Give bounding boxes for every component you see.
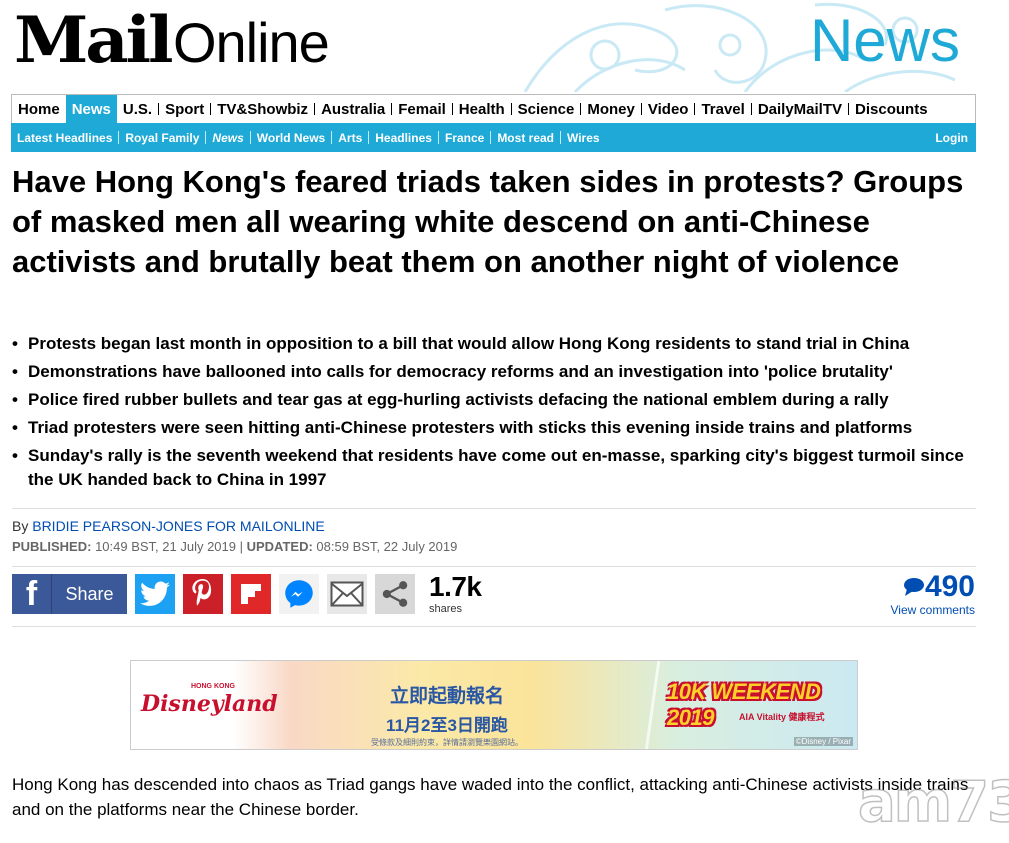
ad-cta-line2: 11月2至3日開跑 <box>386 716 508 735</box>
subnav-item-news[interactable]: News <box>206 132 249 144</box>
author-link[interactable]: BRIDIE PEARSON-JONES FOR MAILONLINE <box>32 518 325 534</box>
comment-count: 490 <box>891 572 975 602</box>
byline: By BRIDIE PEARSON-JONES FOR MAILONLINE <box>12 518 325 534</box>
pinterest-share-button[interactable] <box>183 574 223 614</box>
share-bar: f Share 1.7k shares <box>12 573 482 615</box>
subnav-item-royal-family[interactable]: Royal Family <box>119 132 205 144</box>
facebook-share-button[interactable]: f Share <box>12 574 127 614</box>
twitter-icon <box>140 581 170 606</box>
divider <box>12 508 976 509</box>
channel-title: News <box>809 7 960 74</box>
nav-item-discounts[interactable]: Discounts <box>849 95 934 123</box>
watermark-logo: am730 <box>857 769 1009 836</box>
ad-cta-line1: 立即起動報名 <box>389 686 504 707</box>
mailonline-logo[interactable]: Mail Online <box>14 3 330 78</box>
summary-bullet: Sunday's rally is the seventh weekend th… <box>12 444 976 492</box>
summary-bullet: Protests began last month in opposition … <box>12 332 976 356</box>
ad-panel-divider <box>644 661 661 749</box>
nav-item-tv-showbiz[interactable]: TV&Showbiz <box>211 95 314 123</box>
email-share-button[interactable] <box>327 574 367 614</box>
facebook-icon: f <box>12 574 52 614</box>
twitter-share-button[interactable] <box>135 574 175 614</box>
article-summary-bullets: Protests began last month in opposition … <box>12 332 976 496</box>
secondary-nav: Latest Headlines Royal Family News World Ne… <box>11 123 976 152</box>
comment-count-number: 490 <box>924 570 975 603</box>
comments-link[interactable]: 490 View comments <box>890 572 975 618</box>
login-link[interactable]: Login <box>929 132 976 144</box>
nav-item-video[interactable]: Video <box>642 95 695 123</box>
flipboard-icon <box>241 584 261 604</box>
share-count: 1.7k shares <box>429 573 482 615</box>
nav-item-australia[interactable]: Australia <box>315 95 391 123</box>
nav-item-dailymailtv[interactable]: DailyMailTV <box>752 95 848 123</box>
subnav-item-arts[interactable]: Arts <box>332 132 368 144</box>
nav-item-money[interactable]: Money <box>581 95 641 123</box>
ad-sponsor: AIA Vitality 健康程式 <box>739 712 825 722</box>
share-more-icon <box>382 581 408 607</box>
subnav-item-france[interactable]: France <box>439 132 490 144</box>
subnav-item-wires[interactable]: Wires <box>561 132 606 144</box>
primary-nav: Home News U.S. Sport TV&Showbiz Australia Fema… <box>11 94 976 123</box>
ad-brand-small: HONG KONG <box>191 683 235 690</box>
nav-item-home[interactable]: Home <box>12 95 66 123</box>
share-count-number: 1.7k <box>429 571 482 602</box>
logo-mail-text: Mail <box>14 3 174 78</box>
divider <box>12 566 976 567</box>
nav-item-science[interactable]: Science <box>512 95 581 123</box>
article-dates: PUBLISHED: 10:49 BST, 21 July 2019 | UPD… <box>12 539 457 554</box>
masthead: Mail Online News <box>0 0 976 92</box>
email-icon <box>330 581 364 607</box>
article-body-paragraph: Hong Kong has descended into chaos as Tr… <box>12 775 969 819</box>
article-headline: Have Hong Kong's feared triads taken sid… <box>12 164 964 279</box>
more-share-button[interactable] <box>375 574 415 614</box>
nav-item-travel[interactable]: Travel <box>695 95 750 123</box>
updated-label: UPDATED: <box>243 539 313 554</box>
published-value: 10:49 BST, 21 July 2019 <box>91 539 240 554</box>
ad-event-logo: 10K WEEKEND 2019 <box>667 679 821 730</box>
subnav-item-headlines[interactable]: Headlines <box>369 132 438 144</box>
nav-item-u-s[interactable]: U.S. <box>117 95 158 123</box>
share-count-label: shares <box>429 603 463 615</box>
messenger-share-button[interactable] <box>279 574 319 614</box>
flipboard-share-button[interactable] <box>231 574 271 614</box>
nav-item-sport[interactable]: Sport <box>159 95 210 123</box>
subnav-item-world-news[interactable]: World News <box>251 132 331 144</box>
nav-item-news[interactable]: News <box>65 95 117 123</box>
logo-online-text: Online <box>172 11 330 74</box>
advertisement-banner[interactable]: HONG KONG Disneyland 立即起動報名 11月2至3日開跑 受條… <box>130 660 858 750</box>
subnav-item-most-read[interactable]: Most read <box>491 132 560 144</box>
ad-disneyland-logo: Disneyland <box>141 691 278 717</box>
ad-fine-print: 受條款及細則約束，詳情請瀏覽樂園網站。 <box>371 738 523 747</box>
speech-bubble-icon <box>903 578 924 596</box>
view-comments-label: View comments <box>890 603 975 617</box>
nav-item-femail[interactable]: Femail <box>392 95 452 123</box>
pinterest-icon <box>192 579 212 606</box>
divider <box>12 626 976 627</box>
ad-copyright: ©Disney / Pixar <box>793 737 853 746</box>
messenger-icon <box>285 580 313 608</box>
facebook-share-label: Share <box>65 583 114 604</box>
updated-value: 08:59 BST, 22 July 2019 <box>312 539 458 554</box>
nav-item-health[interactable]: Health <box>453 95 511 123</box>
byline-prefix: By <box>12 518 33 534</box>
summary-bullet: Triad protesters were seen hitting anti-… <box>12 416 976 440</box>
summary-bullet: Demonstrations have ballooned into calls… <box>12 360 976 384</box>
summary-bullet: Police fired rubber bullets and tear gas… <box>12 388 976 412</box>
published-label: PUBLISHED: <box>12 539 92 554</box>
subnav-item-latest-headlines[interactable]: Latest Headlines <box>11 132 118 144</box>
